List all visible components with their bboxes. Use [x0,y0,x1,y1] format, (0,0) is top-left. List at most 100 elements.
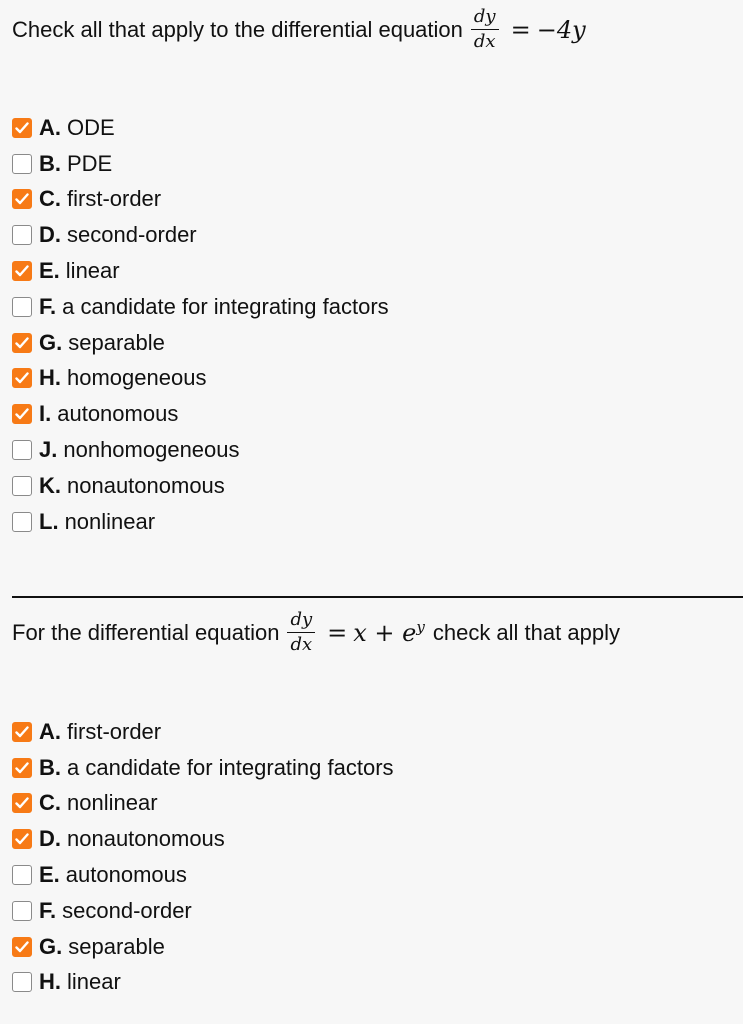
option-label: nonautonomous [67,472,225,498]
option-label: autonomous [65,862,187,888]
option-label: a candidate for integrating factors [67,754,394,780]
option-label: ODE [67,114,115,140]
option-letter: J. [39,437,58,463]
checkbox[interactable] [12,900,32,921]
option-label: second-order [62,897,192,923]
option-letter: D. [39,826,61,852]
option-row[interactable]: G. separable [12,325,389,361]
question-2-suffix: check all that apply [432,619,620,645]
option-letter: K. [39,472,61,498]
option-letter: F. [39,897,57,923]
option-letter: C. [39,186,61,212]
option-letter: C. [39,790,61,816]
option-label: autonomous [57,401,179,427]
option-letter: B. [39,150,61,176]
checkbox[interactable] [12,261,32,282]
option-label: linear [65,258,120,284]
option-label: nonlinear [67,790,158,816]
checkmark-icon [15,726,29,738]
question-2-options: A. first-order B. a candidate for integrati… [12,714,394,1000]
option-label: linear [67,969,121,995]
option-label: second-order [67,222,197,248]
rhs-exponent: y [416,618,425,636]
option-row[interactable]: I. autonomous [12,396,389,432]
checkbox[interactable] [12,511,32,532]
section-divider [12,596,743,598]
checkbox[interactable] [12,721,32,742]
question-1-text: Check all that apply to the differential… [12,16,463,42]
option-row[interactable]: G. separable [12,929,394,965]
option-row[interactable]: B. PDE [12,146,389,182]
checkbox[interactable] [12,117,32,138]
option-row[interactable]: E. linear [12,253,389,289]
checkbox[interactable] [12,225,32,246]
option-row[interactable]: K. nonautonomous [12,468,389,504]
checkbox[interactable] [12,865,32,886]
question-1-options: A. ODE B. PDE C. first-order D. second-order E. l… [12,110,389,540]
option-label: nonhomogeneous [63,437,240,463]
checkmark-icon [15,833,29,845]
checkbox[interactable] [12,936,32,957]
option-letter: H. [39,969,61,995]
option-row[interactable]: E. autonomous [12,857,394,893]
fraction-denominator: dx [290,634,313,655]
checkbox[interactable] [12,972,32,993]
option-label: PDE [67,150,113,176]
checkbox[interactable] [12,829,32,850]
option-label: separable [68,933,165,959]
checkbox[interactable] [12,793,32,814]
option-row[interactable]: A. first-order [12,714,394,750]
option-row[interactable]: H. linear [12,965,394,1001]
equals-sign: = [327,618,348,647]
question-1-prompt: Check all that apply to the differential… [12,8,586,51]
checkmark-icon [15,122,29,134]
option-label: nonlinear [64,508,156,534]
option-label: first-order [67,186,162,212]
equals-sign: = [510,15,531,44]
option-row[interactable]: D. nonautonomous [12,821,394,857]
option-row[interactable]: D. second-order [12,217,389,253]
option-label: separable [68,329,165,355]
checkbox[interactable] [12,475,32,496]
option-row[interactable]: H. homogeneous [12,361,389,397]
option-label: first-order [67,718,162,744]
option-letter: A. [39,718,61,744]
checkmark-icon [15,265,29,277]
checkmark-icon [15,336,29,348]
option-label: homogeneous [67,365,207,391]
option-letter: B. [39,754,61,780]
checkbox[interactable] [12,332,32,353]
option-row[interactable]: F. a candidate for integrating factors [12,289,389,325]
fraction-denominator: dx [473,31,496,52]
option-letter: G. [39,933,63,959]
option-label: nonautonomous [67,826,225,852]
checkbox[interactable] [12,440,32,461]
option-letter: L. [39,508,59,534]
option-row[interactable]: F. second-order [12,893,394,929]
option-letter: F. [39,293,57,319]
checkbox[interactable] [12,153,32,174]
checkmark-icon [15,372,29,384]
checkbox[interactable] [12,757,32,778]
option-row[interactable]: C. nonlinear [12,786,394,822]
checkmark-icon [15,797,29,809]
fraction-numerator: dy [287,611,316,633]
option-letter: G. [39,329,63,355]
checkbox[interactable] [12,368,32,389]
option-letter: A. [39,114,61,140]
question-2-text: For the differential equation [12,619,280,645]
equation-rhs: −4y [536,15,586,44]
derivative-fraction: dy dx [470,8,499,52]
rhs-terms: x + e [353,619,417,647]
option-row[interactable]: C. first-order [12,182,389,218]
option-row[interactable]: L. nonlinear [12,504,389,540]
checkbox[interactable] [12,404,32,425]
checkmark-icon [15,193,29,205]
checkmark-icon [15,408,29,420]
option-row[interactable]: A. ODE [12,110,389,146]
option-row[interactable]: J. nonhomogeneous [12,432,389,468]
equation-rhs: x + ey [353,618,425,647]
checkbox[interactable] [12,296,32,317]
checkbox[interactable] [12,189,32,210]
option-row[interactable]: B. a candidate for integrating factors [12,750,394,786]
